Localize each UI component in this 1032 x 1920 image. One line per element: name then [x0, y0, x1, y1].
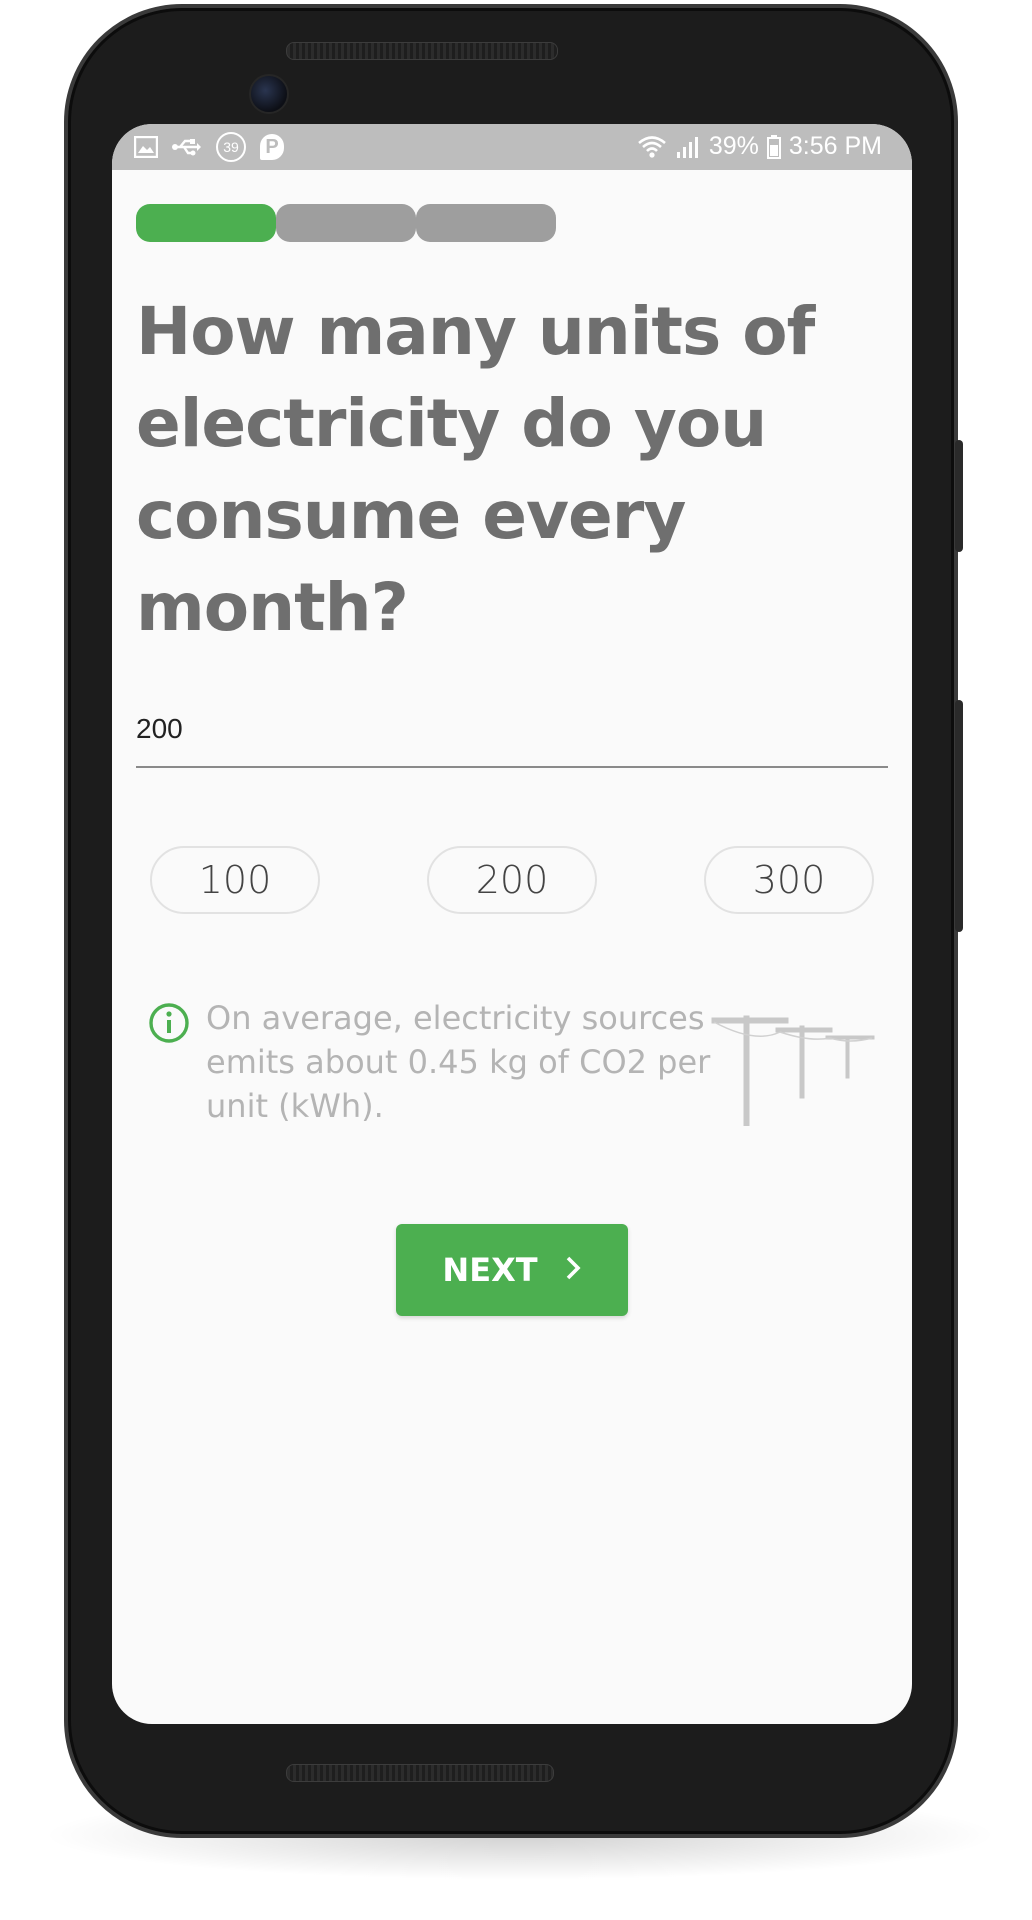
clock: 3:56 PM: [788, 132, 882, 160]
info-icon: [148, 1002, 190, 1044]
usb-icon: [172, 136, 202, 158]
status-bar: 39 P 39% 3:56 PM: [112, 124, 912, 170]
power-poles-illustration: [710, 1014, 876, 1127]
front-camera: [249, 74, 289, 114]
signal-icon: [675, 135, 701, 159]
next-button[interactable]: NEXT: [396, 1224, 628, 1316]
chevron-right-icon: [564, 1251, 582, 1289]
battery-percent: 39%: [708, 132, 759, 160]
question-heading: How many units of electricity do you con…: [136, 293, 815, 646]
chip-option-300[interactable]: 300: [704, 846, 874, 914]
volume-button: [955, 700, 963, 932]
notification-count-icon: 39: [216, 132, 246, 162]
info-text: On average, electricity sources emits ab…: [206, 999, 711, 1125]
progress-step-1: [136, 204, 276, 242]
app-screen: 39 P 39% 3:56 PM How many units of elect…: [112, 124, 912, 1724]
battery-icon: [766, 134, 781, 159]
progress-step-3: [416, 204, 556, 242]
chip-option-100[interactable]: 100: [150, 846, 320, 914]
units-input[interactable]: [136, 702, 888, 768]
top-speaker: [286, 42, 558, 60]
parking-icon: P: [260, 134, 284, 160]
bottom-speaker: [286, 1764, 554, 1782]
next-button-label: NEXT: [442, 1251, 538, 1289]
progress-step-2: [276, 204, 416, 242]
wifi-icon: [637, 135, 667, 159]
chip-option-200[interactable]: 200: [427, 846, 597, 914]
power-button: [955, 440, 963, 552]
image-icon: [134, 136, 158, 158]
